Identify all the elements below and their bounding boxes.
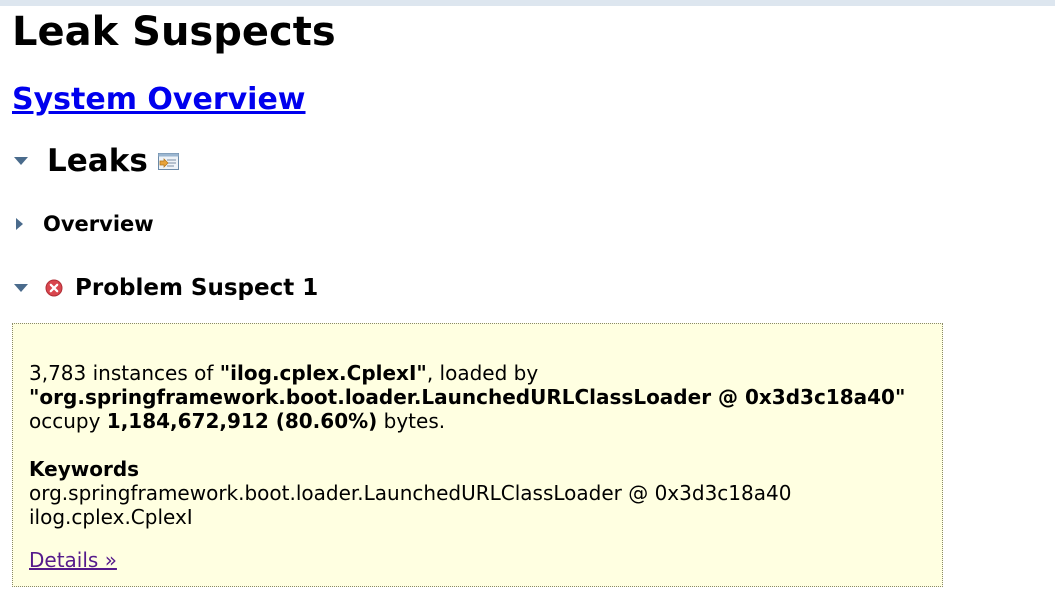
occupy-text: occupy (29, 409, 107, 433)
bytes-suffix: bytes. (377, 409, 446, 433)
keyword-item: org.springframework.boot.loader.Launched… (29, 481, 792, 505)
suspect-description: 3,783 instances of "ilog.cplex.CplexI", … (29, 361, 905, 433)
problem-suspect-header[interactable]: Problem Suspect 1 (14, 272, 318, 304)
expand-down-icon[interactable] (14, 284, 28, 292)
loaded-by-text: , loaded by (426, 361, 539, 385)
problem-suspect-heading: Problem Suspect 1 (75, 275, 319, 301)
system-overview-link[interactable]: System Overview (12, 80, 306, 120)
error-icon (45, 279, 63, 297)
class-loader-name: "org.springframework.boot.loader.Launche… (29, 385, 906, 409)
expand-right-icon[interactable] (16, 218, 23, 230)
leaks-section-header[interactable]: Leaks (14, 141, 181, 181)
keyword-item: ilog.cplex.CplexI (29, 505, 193, 529)
keywords-section: Keywords org.springframework.boot.loader… (29, 457, 791, 529)
report-details-icon[interactable] (157, 151, 181, 171)
overview-section-header[interactable]: Overview (16, 210, 154, 238)
overview-heading[interactable]: Overview (43, 212, 154, 236)
instances-of-text: instances of (86, 361, 220, 385)
problem-suspect-panel: 3,783 instances of "ilog.cplex.CplexI", … (12, 323, 943, 587)
keywords-title: Keywords (29, 457, 140, 481)
leaks-heading: Leaks (47, 143, 148, 179)
instance-count: 3,783 (29, 361, 87, 385)
retained-bytes: 1,184,672,912 (80.60%) (106, 409, 378, 433)
page-title: Leak Suspects (12, 9, 336, 55)
details-link[interactable]: Details » (29, 548, 117, 572)
class-name: "ilog.cplex.CplexI" (219, 361, 427, 385)
expand-down-icon[interactable] (14, 157, 28, 165)
